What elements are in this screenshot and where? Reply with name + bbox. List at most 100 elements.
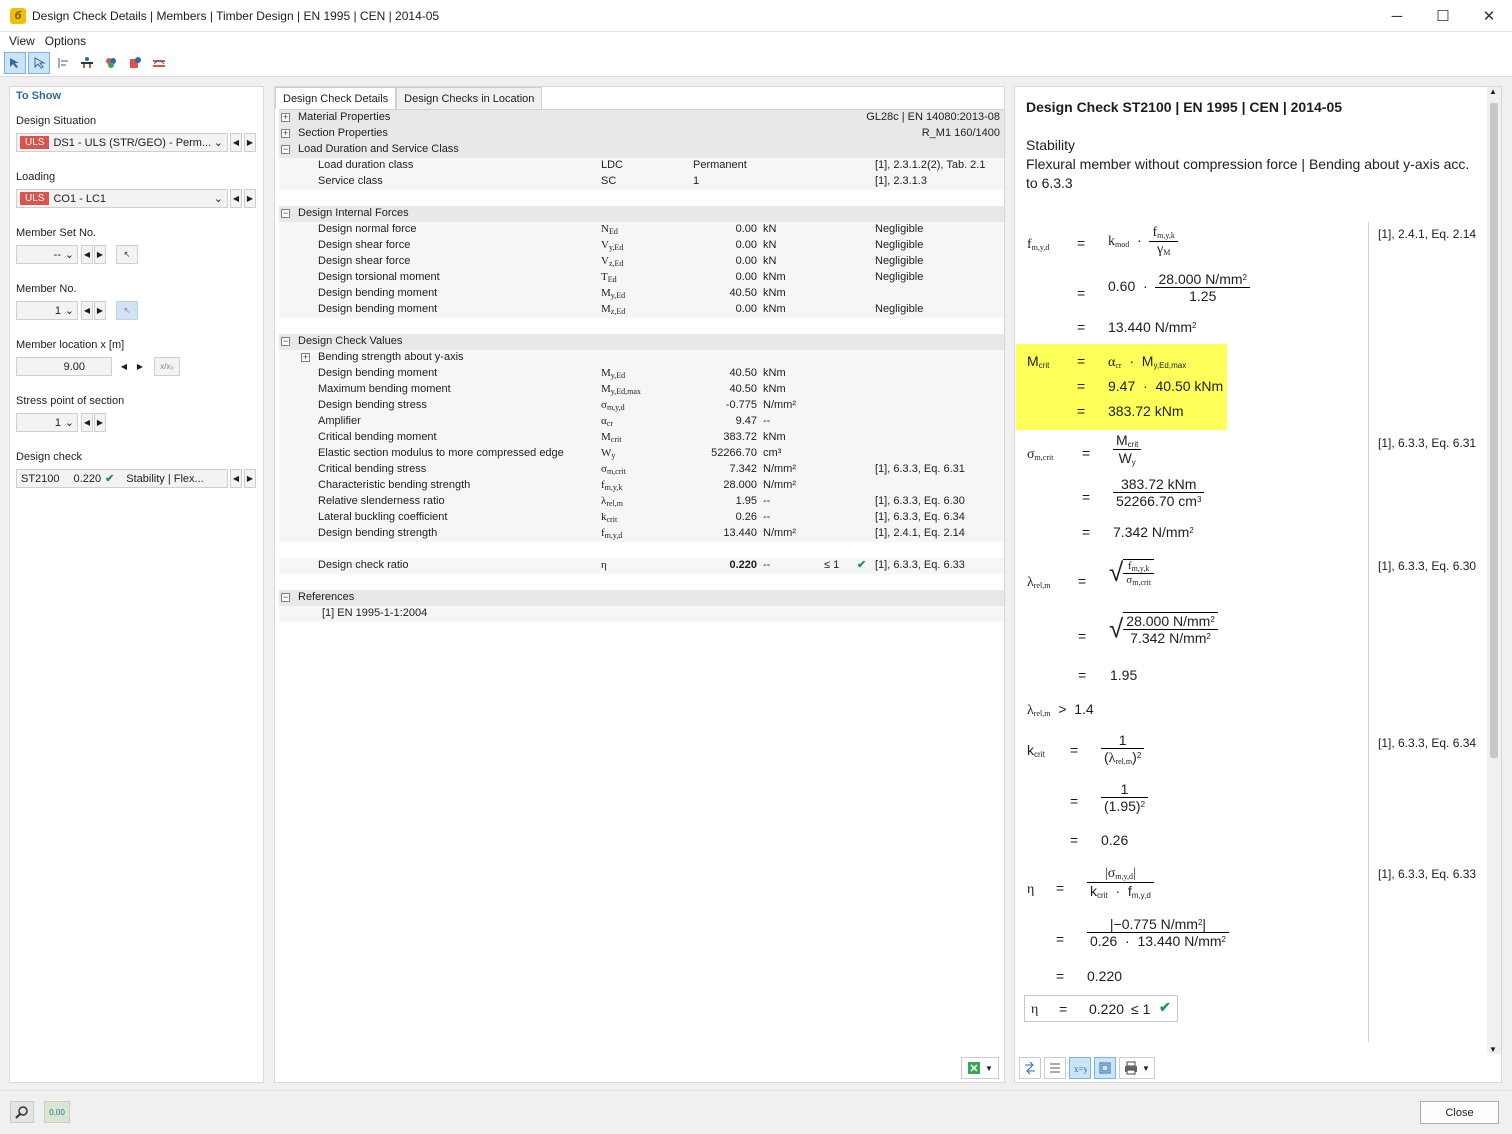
- export-excel-button[interactable]: ▼: [961, 1057, 999, 1079]
- prev-situation-button[interactable]: ◀: [230, 133, 242, 152]
- tree-row-load-duration[interactable]: − Load Duration and Service Class: [279, 142, 1004, 158]
- row-symbol: Vz,Ed: [601, 255, 624, 268]
- frame-view-icon[interactable]: [1094, 1057, 1116, 1079]
- pick-member-icon[interactable]: ↖: [116, 301, 138, 320]
- formula-mcrit: Mcrit: [1027, 353, 1050, 370]
- row-symbol: fm,y,d: [601, 527, 623, 540]
- next-stress-point-button[interactable]: ▶: [94, 413, 106, 432]
- scrollbar-thumb[interactable]: [1490, 103, 1498, 758]
- table-row: Relative slenderness ratio λrel,m 1.95 -- [1…: [279, 494, 1004, 510]
- table-row: Amplifier αcr 9.47 --: [279, 414, 1004, 430]
- tree-row-material[interactable]: + Material Properties GL28c | EN 14080:201…: [279, 110, 1004, 126]
- member-set-select[interactable]: -- ⌄: [16, 245, 78, 264]
- sort-list-icon[interactable]: [1044, 1057, 1066, 1079]
- check-ok-icon: ✔: [857, 559, 867, 571]
- search-icon[interactable]: [10, 1101, 34, 1123]
- prev-member-button[interactable]: ◀: [81, 301, 93, 320]
- row-name: Elastic section modulus to more compress…: [318, 447, 564, 459]
- diagram-icon[interactable]: [148, 52, 170, 74]
- table-row: Critical bending stress σm,crit 7.342 N/mm²…: [279, 462, 1004, 478]
- row-unit: kN: [763, 239, 777, 251]
- tab-design-checks-in-location[interactable]: Design Checks in Location: [396, 87, 543, 109]
- row-name: Relative slenderness ratio: [318, 495, 445, 507]
- row-symbol: My,Ed: [601, 367, 626, 380]
- formula-sigma-crit: σm,crit: [1027, 447, 1054, 462]
- member-location-input[interactable]: 9.00: [16, 357, 112, 376]
- row-unit: N/mm²: [763, 479, 796, 491]
- row-value: 0.00: [735, 303, 757, 315]
- prev-check-button[interactable]: ◀: [230, 469, 242, 488]
- row-name: Amplifier: [318, 415, 361, 427]
- tree-row-check-values[interactable]: − Design Check Values: [279, 334, 1004, 350]
- ref-eq-6-31: [1], 6.3.3, Eq. 6.31: [1378, 436, 1477, 450]
- expand-icon[interactable]: +: [281, 113, 290, 122]
- tree-row-references[interactable]: − References: [279, 590, 1004, 606]
- ref-eq-2-14: [1], 2.4.1, Eq. 2.14: [1378, 227, 1477, 241]
- next-member-set-button[interactable]: ▶: [94, 245, 106, 264]
- pick-member-icon[interactable]: [28, 52, 50, 74]
- pick-member-set-icon[interactable]: ↖: [116, 245, 138, 264]
- next-check-button[interactable]: ▶: [244, 469, 256, 488]
- row-symbol: NEd: [601, 223, 618, 236]
- print-button[interactable]: ▼: [1119, 1057, 1155, 1079]
- prev-stress-point-button[interactable]: ◀: [81, 413, 93, 432]
- align-icon[interactable]: [52, 52, 74, 74]
- table-row: Design normal force NEd 0.00 kN Negligible: [279, 222, 1004, 238]
- design-situation-select[interactable]: ULS DS1 - ULS (STR/GEO) - Perm... ⌄: [16, 133, 228, 152]
- beam-result-icon[interactable]: [76, 52, 98, 74]
- table-row: Design shear force Vy,Ed 0.00 kN Negligible: [279, 238, 1004, 254]
- check-ok-icon: ✔: [105, 473, 115, 485]
- select-pointer-icon[interactable]: [4, 52, 26, 74]
- minimize-button[interactable]: ─: [1374, 0, 1420, 32]
- tree-row-section[interactable]: + Section Properties R_M1 160/1400: [279, 126, 1004, 142]
- location-decrease-button[interactable]: ◀: [118, 357, 130, 376]
- expand-icon[interactable]: +: [301, 353, 310, 362]
- row-name: Design normal force: [318, 223, 417, 235]
- next-loading-button[interactable]: ▶: [244, 189, 256, 208]
- next-situation-button[interactable]: ▶: [244, 133, 256, 152]
- stress-point-select[interactable]: 1 ⌄: [16, 413, 78, 432]
- row-symbol: αcr: [601, 415, 613, 428]
- design-check-select[interactable]: ST2100 0.220 ✔ Stability | Flex...: [16, 469, 228, 488]
- stress-point-value: 1: [54, 416, 61, 429]
- member-no-select[interactable]: 1 ⌄: [16, 301, 78, 320]
- menu-options[interactable]: Options: [40, 34, 91, 48]
- collapse-icon[interactable]: −: [281, 145, 290, 154]
- tree-row-bending-strength[interactable]: + Bending strength about y-axis: [279, 350, 1004, 366]
- formula-view-icon[interactable]: x=y: [1069, 1057, 1091, 1079]
- location-increase-button[interactable]: ▶: [134, 357, 146, 376]
- next-member-button[interactable]: ▶: [94, 301, 106, 320]
- colors-icon[interactable]: [100, 52, 122, 74]
- member-location-value: 9.00: [63, 360, 85, 373]
- collapse-icon[interactable]: −: [281, 337, 290, 346]
- row-value: 9.47: [735, 415, 757, 427]
- scroll-down-icon: ▼: [1489, 1045, 1497, 1054]
- loading-select[interactable]: ULS CO1 - LC1 ⌄: [16, 189, 228, 208]
- close-button[interactable]: Close: [1420, 1101, 1499, 1124]
- tree-row-internal-forces[interactable]: − Design Internal Forces: [279, 206, 1004, 222]
- row-name: Critical bending stress: [318, 463, 427, 475]
- menu-view[interactable]: View: [4, 34, 40, 48]
- row-name: Design shear force: [318, 255, 411, 267]
- relative-location-icon[interactable]: x/x₀: [154, 357, 180, 376]
- decimal-places-icon[interactable]: 0.00: [44, 1101, 70, 1123]
- section-icon[interactable]: [124, 52, 146, 74]
- row-value: 40.50: [729, 287, 757, 299]
- swap-units-icon[interactable]: [1019, 1057, 1041, 1079]
- row-ref: Negligible: [875, 239, 924, 251]
- design-check-id: ST2100: [21, 472, 60, 485]
- row-symbol: Wy: [601, 447, 616, 460]
- prev-member-set-button[interactable]: ◀: [81, 245, 93, 264]
- maximize-button[interactable]: ☐: [1420, 0, 1466, 32]
- expand-icon[interactable]: +: [281, 129, 290, 138]
- prev-loading-button[interactable]: ◀: [230, 189, 242, 208]
- close-window-button[interactable]: ✕: [1466, 0, 1512, 32]
- design-check-desc: Stability | Flex...: [126, 472, 204, 485]
- vertical-scrollbar[interactable]: ▲ ▼: [1487, 87, 1501, 1054]
- scroll-up-icon: ▲: [1489, 87, 1497, 96]
- collapse-icon[interactable]: −: [281, 209, 290, 218]
- tab-design-check-details[interactable]: Design Check Details: [275, 87, 397, 109]
- table-row: Load duration class LDC Permanent [1], 2.3.…: [279, 158, 1004, 174]
- row-name: Characteristic bending strength: [318, 479, 471, 491]
- collapse-icon[interactable]: −: [281, 593, 290, 602]
